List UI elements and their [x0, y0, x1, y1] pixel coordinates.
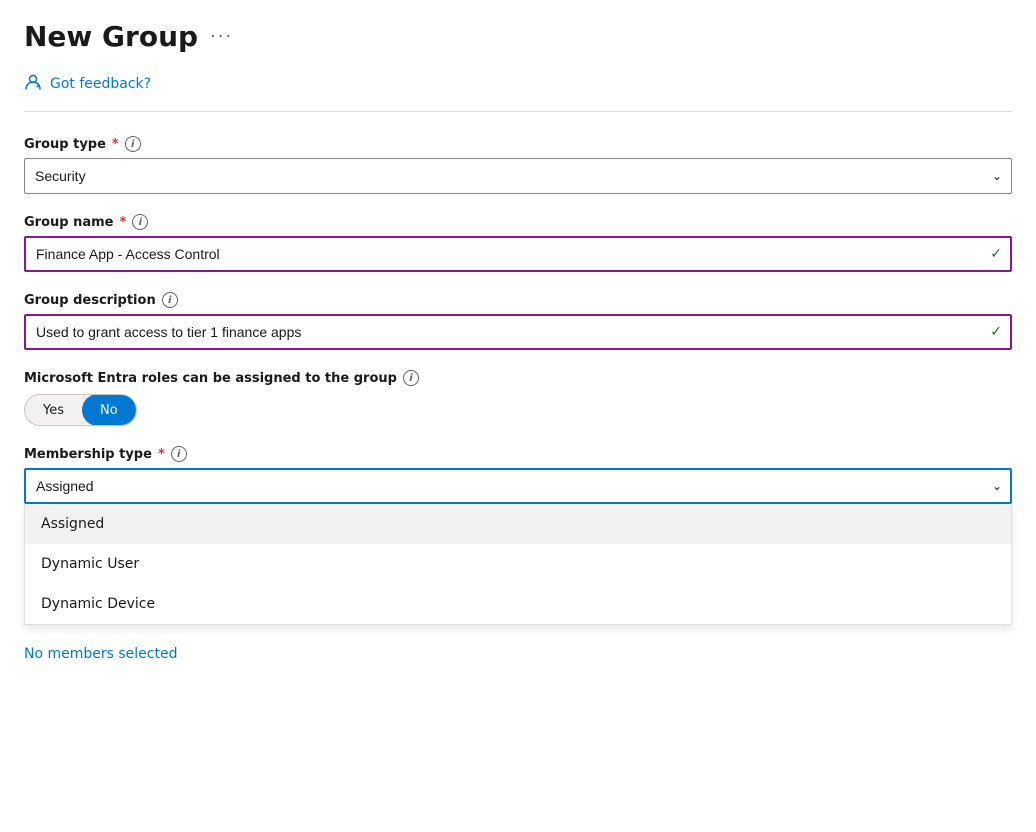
group-type-required: *: [112, 137, 119, 152]
group-name-required: *: [120, 215, 127, 230]
feedback-person-icon: [24, 73, 42, 95]
page-container: New Group ··· Got feedback? Group type *…: [0, 0, 1036, 832]
membership-select-wrapper: Assigned Dynamic User Dynamic Device ⌄ A…: [24, 468, 1012, 504]
feedback-section: Got feedback?: [24, 73, 1012, 112]
group-description-input[interactable]: [24, 314, 1012, 350]
membership-type-label: Membership type * i: [24, 446, 1012, 462]
entra-roles-section: Microsoft Entra roles can be assigned to…: [24, 370, 1012, 426]
membership-dropdown-list: Assigned Dynamic User Dynamic Device: [24, 504, 1012, 625]
group-name-section: Group name * i ✓: [24, 214, 1012, 272]
group-description-label: Group description i: [24, 292, 1012, 308]
dropdown-item-dynamic-user[interactable]: Dynamic User: [25, 544, 1011, 584]
no-members-section: No members selected: [24, 634, 1012, 662]
group-name-input[interactable]: [24, 236, 1012, 272]
feedback-link[interactable]: Got feedback?: [50, 76, 151, 92]
toggle-yes-button[interactable]: Yes: [25, 394, 82, 426]
group-name-info-icon[interactable]: i: [132, 214, 148, 230]
membership-type-select[interactable]: Assigned Dynamic User Dynamic Device: [24, 468, 1012, 504]
entra-roles-toggle-container: Yes No: [24, 394, 1012, 426]
entra-roles-info-icon[interactable]: i: [403, 370, 419, 386]
page-header: New Group ···: [24, 20, 1012, 53]
group-description-check-icon: ✓: [990, 324, 1002, 340]
dropdown-item-assigned[interactable]: Assigned: [25, 504, 1011, 544]
entra-roles-label: Microsoft Entra roles can be assigned to…: [24, 370, 1012, 386]
page-title: New Group: [24, 20, 198, 53]
group-type-select-wrapper: Security Microsoft 365 ⌄: [24, 158, 1012, 194]
membership-type-info-icon[interactable]: i: [171, 446, 187, 462]
group-name-label: Group name * i: [24, 214, 1012, 230]
group-type-info-icon[interactable]: i: [125, 136, 141, 152]
group-type-section: Group type * i Security Microsoft 365 ⌄: [24, 136, 1012, 194]
group-name-check-icon: ✓: [990, 246, 1002, 262]
group-description-section: Group description i ✓: [24, 292, 1012, 350]
group-name-input-wrapper: ✓: [24, 236, 1012, 272]
group-description-input-wrapper: ✓: [24, 314, 1012, 350]
dropdown-item-dynamic-device[interactable]: Dynamic Device: [25, 584, 1011, 624]
membership-type-section: Membership type * i Assigned Dynamic Use…: [24, 446, 1012, 504]
no-members-link[interactable]: No members selected: [24, 646, 177, 662]
entra-roles-toggle[interactable]: Yes No: [24, 394, 137, 426]
group-type-label: Group type * i: [24, 136, 1012, 152]
group-description-info-icon[interactable]: i: [162, 292, 178, 308]
group-type-select[interactable]: Security Microsoft 365: [24, 158, 1012, 194]
toggle-no-button[interactable]: No: [82, 394, 136, 426]
membership-type-required: *: [158, 447, 165, 462]
more-options-button[interactable]: ···: [210, 26, 233, 47]
